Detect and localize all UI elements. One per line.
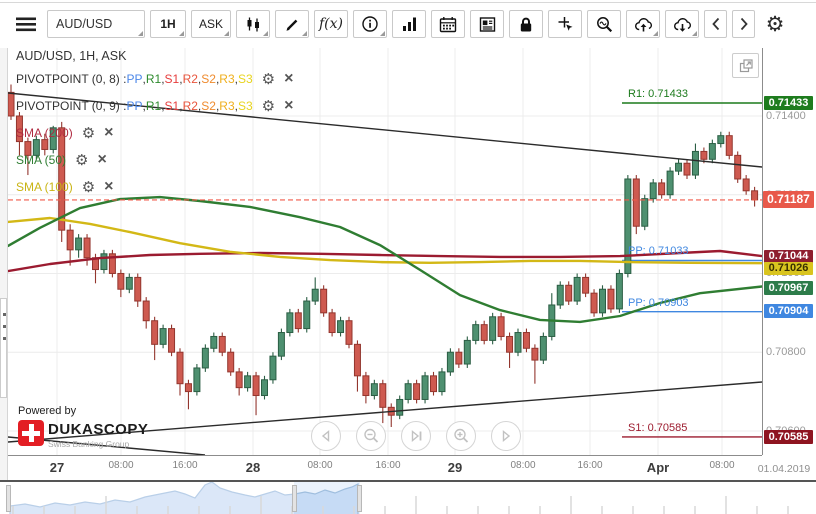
pivot-series-label: S3 bbox=[237, 72, 253, 86]
level-price-badge: 0.70585 bbox=[764, 430, 813, 444]
pivot-series-label: R1 bbox=[145, 72, 162, 86]
pivot-series-label: S2 bbox=[201, 99, 216, 113]
pivot-series-label: S2 bbox=[201, 72, 216, 86]
pivot-level-label: PP: 0.70903 bbox=[628, 296, 689, 309]
zoom-out-icon bbox=[364, 428, 379, 443]
zoom-in-icon bbox=[454, 428, 469, 443]
step-forward-button[interactable] bbox=[491, 421, 521, 451]
replay-controls bbox=[311, 421, 521, 451]
indicator-remove-icon[interactable]: × bbox=[284, 71, 293, 87]
selection-left-handle[interactable] bbox=[292, 485, 297, 512]
go-to-end-icon bbox=[411, 430, 422, 442]
overview-area-chart bbox=[9, 482, 789, 514]
time-tick-label: 08:00 bbox=[108, 460, 134, 471]
time-tick-label: Apr bbox=[646, 460, 670, 475]
legend-row-pivotpoint-0-9: PIVOTPOINT (0, 9) : PP, R1, S1, R2, S2, … bbox=[16, 97, 294, 115]
selection-right-handle[interactable] bbox=[357, 485, 362, 512]
pivot-level-label: R1: 0.71433 bbox=[628, 88, 688, 100]
legend-row-sma-200: SMA (200) ⚙ × bbox=[16, 125, 114, 141]
pivot-series-label: R1 bbox=[145, 99, 162, 113]
pivot-series-label: PP bbox=[126, 99, 143, 113]
time-tick-label: 27 bbox=[49, 460, 65, 475]
time-tick-label: 08:00 bbox=[307, 460, 333, 471]
step-forward-icon bbox=[502, 430, 511, 442]
chart-title: AUD/USD, 1H, ASK bbox=[16, 49, 127, 63]
indicator-remove-icon[interactable]: × bbox=[104, 179, 113, 195]
pivot-level-label: S1: 0.70585 bbox=[628, 421, 688, 434]
price-tick-label: 0.70800 bbox=[766, 346, 806, 358]
pivot-series-label: R3 bbox=[219, 99, 235, 113]
indicator-name: PIVOTPOINT (0, 8) bbox=[16, 72, 120, 86]
level-price-badge: 0.71026 bbox=[764, 261, 813, 275]
time-tick-label: 08:00 bbox=[709, 460, 735, 471]
pivot-series-label: S1 bbox=[164, 72, 180, 86]
pivot-series-label: S1 bbox=[164, 99, 180, 113]
pivot-series-label: R2 bbox=[182, 72, 198, 86]
time-axis-border bbox=[8, 455, 762, 456]
indicator-settings-icon[interactable]: ⚙ bbox=[262, 72, 275, 87]
pivot-series-label: R2 bbox=[182, 99, 198, 113]
level-price-badge: 0.70904 bbox=[764, 304, 813, 318]
time-tick-label: 16:00 bbox=[375, 460, 401, 471]
replay-zoom-in-button[interactable] bbox=[446, 421, 476, 451]
indicator-remove-icon[interactable]: × bbox=[97, 152, 106, 168]
indicator-settings-icon[interactable]: ⚙ bbox=[82, 180, 95, 195]
indicator-settings-icon[interactable]: ⚙ bbox=[82, 126, 95, 141]
powered-by-text: Powered by bbox=[18, 405, 77, 417]
indicator-settings-icon[interactable]: ⚙ bbox=[262, 99, 275, 114]
level-price-badge: 0.71433 bbox=[764, 96, 813, 110]
indicator-name: SMA (50) bbox=[16, 153, 67, 167]
indicator-remove-icon[interactable]: × bbox=[104, 125, 113, 141]
current-date-label: 01.04.2019 bbox=[757, 463, 811, 475]
level-price-badge: 0.71044 bbox=[764, 249, 813, 263]
indicator-name: SMA (200) bbox=[16, 126, 73, 140]
chart-overview-navigator[interactable] bbox=[0, 480, 816, 514]
pivot-series-label: PP bbox=[126, 72, 143, 86]
price-tick-label: 0.71400 bbox=[766, 110, 806, 122]
price-axis-border bbox=[762, 48, 763, 455]
pivot-series-label: S3 bbox=[237, 99, 253, 113]
time-tick-label: 16:00 bbox=[172, 460, 198, 471]
brand-tagline: Swiss Banking Group bbox=[48, 439, 130, 449]
time-tick-label: 08:00 bbox=[510, 460, 536, 471]
expand-icon bbox=[739, 58, 753, 72]
legend-row-pivotpoint-0-8: PIVOTPOINT (0, 8) : PP, R1, S1, R2, S2, … bbox=[16, 70, 294, 88]
navigator-left-edge-handle[interactable] bbox=[6, 485, 11, 512]
powered-by-block: Powered by DUKASCOPY Swiss Banking Group bbox=[18, 405, 148, 449]
time-tick-label: 29 bbox=[447, 460, 463, 475]
time-tick-label: 16:00 bbox=[577, 460, 603, 471]
legend-row-sma-50: SMA (50) ⚙ × bbox=[16, 152, 107, 168]
go-to-end-button[interactable] bbox=[401, 421, 431, 451]
step-back-button[interactable] bbox=[311, 421, 341, 451]
legend-row-sma-100: SMA (100) ⚙ × bbox=[16, 179, 114, 195]
replay-zoom-out-button[interactable] bbox=[356, 421, 386, 451]
pivot-series-label: R3 bbox=[219, 72, 235, 86]
detach-chart-button[interactable] bbox=[732, 53, 759, 78]
indicator-settings-icon[interactable]: ⚙ bbox=[75, 153, 88, 168]
indicator-name: PIVOTPOINT (0, 9) bbox=[16, 99, 120, 113]
time-tick-label: 28 bbox=[245, 460, 261, 475]
brand-name: DUKASCOPY bbox=[48, 421, 149, 438]
indicator-name: SMA (100) bbox=[16, 180, 73, 194]
indicator-remove-icon[interactable]: × bbox=[284, 98, 293, 114]
pivot-level-label: PP: 0.71033 bbox=[628, 245, 689, 258]
dukascopy-logo-icon bbox=[18, 420, 44, 446]
level-price-badge: 0.70967 bbox=[764, 281, 813, 295]
step-back-icon bbox=[321, 430, 330, 442]
trading-platform-window: AUD/USD 1H ASK f(x) ⚙ AUD/USD, 1H, ASK P… bbox=[0, 0, 816, 514]
current-price-badge: 0.71187 bbox=[763, 190, 814, 208]
